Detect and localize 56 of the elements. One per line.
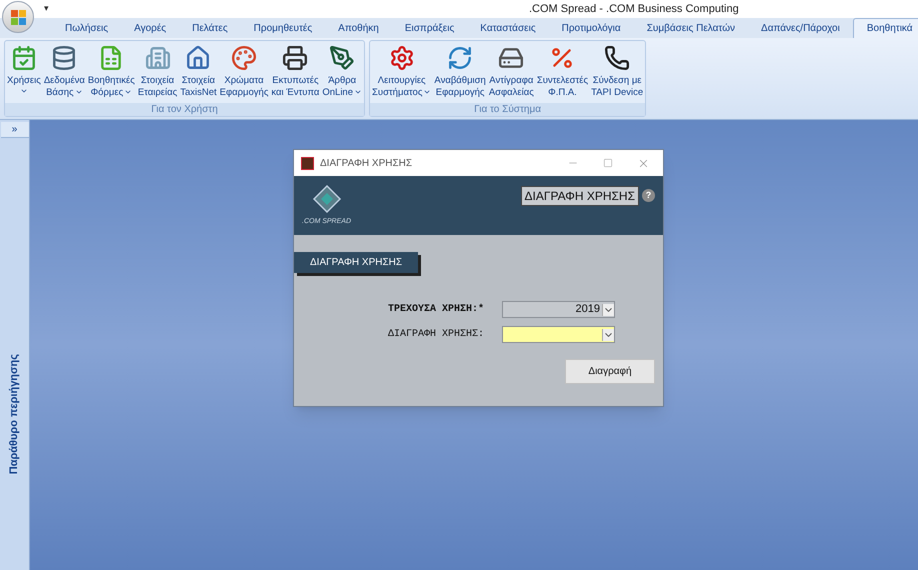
ribbon-button[interactable]: Βοηθητικές Φόρμες [86,41,136,103]
ribbon-tab[interactable]: Πωλήσεις [52,18,122,38]
dropdown-field[interactable] [502,326,615,343]
ribbon-button[interactable]: Δεδομένα Βάσης [42,41,86,103]
pane-title: Παράθυρο περιήγησης [7,354,22,474]
ribbon-button[interactable]: Αναβάθμιση Εφαρμογής [433,41,487,103]
gear-icon [388,45,415,71]
caret-icon [20,87,28,95]
group-title: Για το Σύστημα [370,103,646,116]
caret-icon [602,328,614,340]
group-title: Για τον Χρήστη [5,103,364,116]
expand-button[interactable]: » [0,122,28,138]
ribbon-button[interactable]: Στοιχεία Εταιρείας [136,41,178,103]
ribbon-button[interactable]: Λειτουργίες Συστήματος [371,41,432,103]
ribbon-tab[interactable]: Βοηθητικά [852,18,918,38]
phone-icon [604,45,630,71]
quick-access-menu[interactable]: ▾ [44,2,49,16]
ribbon-tab[interactable]: Συμβάσεις Πελατών [634,18,748,38]
caret-icon [602,304,614,316]
hard-drive-icon [498,45,524,71]
ribbon-tab[interactable]: Εισπράξεις [392,18,468,38]
building-icon [144,45,171,71]
dialog-title: ΔΙΑΓΡΑΦΗ ΧΡΗΣΗΣ [320,156,414,170]
ribbon-tab[interactable]: Προμηθευτές [240,18,326,38]
header-title: ΔΙΑΓΡΑΦΗ ΧΡΗΣΗΣ [520,186,639,206]
refresh-icon [447,45,474,71]
delete-button[interactable]: Διαγραφή [565,359,655,384]
ribbon-tab[interactable]: Καταστάσεις [467,18,549,38]
printer-icon [282,45,308,71]
ribbon-button[interactable]: Σύνδεση με TAPI Device [590,41,644,103]
ribbon-button[interactable]: Εκτυπωτές και Έντυπα [270,41,320,103]
ribbon-button[interactable]: Στοιχεία TaxisNet [179,41,218,103]
field-label: ΔΙΑΓΡΑΦΗ ΧΡΗΣΗΣ: [386,328,485,342]
ribbon-tab[interactable]: Πελάτες [179,18,241,38]
ribbon-button[interactable]: Άρθρα OnLine [321,41,363,103]
ribbon-tab[interactable]: Αποθήκη [325,18,392,38]
section-header: ΔΙΑΓΡΑΦΗ ΧΡΗΣΗΣ [294,252,418,273]
ribbon-button[interactable]: Αντίγραφα Ασφαλείας [488,41,535,103]
field-label: ΤΡΕΧΟΥΣΑ ΧΡΗΣΗ:* [386,302,485,317]
palette-icon [231,45,258,71]
pen-icon [329,45,356,71]
ribbon-button[interactable]: Χρώματα Εφαρμογής [218,41,270,103]
dropdown-field[interactable]: 2019 [502,301,615,318]
maximize-icon[interactable] [603,158,613,168]
calendar-check-icon [10,45,37,71]
ribbon-tab[interactable]: Προτιμολόγια [548,18,634,38]
ribbon-button[interactable]: Χρήσεις [6,41,42,103]
ribbon-tab[interactable]: Δαπάνες/Πάροχοι [748,18,853,38]
app-icon [301,156,314,170]
house-icon [185,45,212,71]
app-menu-button[interactable] [2,1,34,33]
window-title: .COM Spread - .COM Business Computing [529,2,739,17]
database-icon [51,45,78,71]
logo-icon [312,184,342,214]
ribbon-button[interactable]: Συντελεστές Φ.Π.Α. [536,41,590,103]
ribbon-tab[interactable]: Αγορές [121,18,180,38]
